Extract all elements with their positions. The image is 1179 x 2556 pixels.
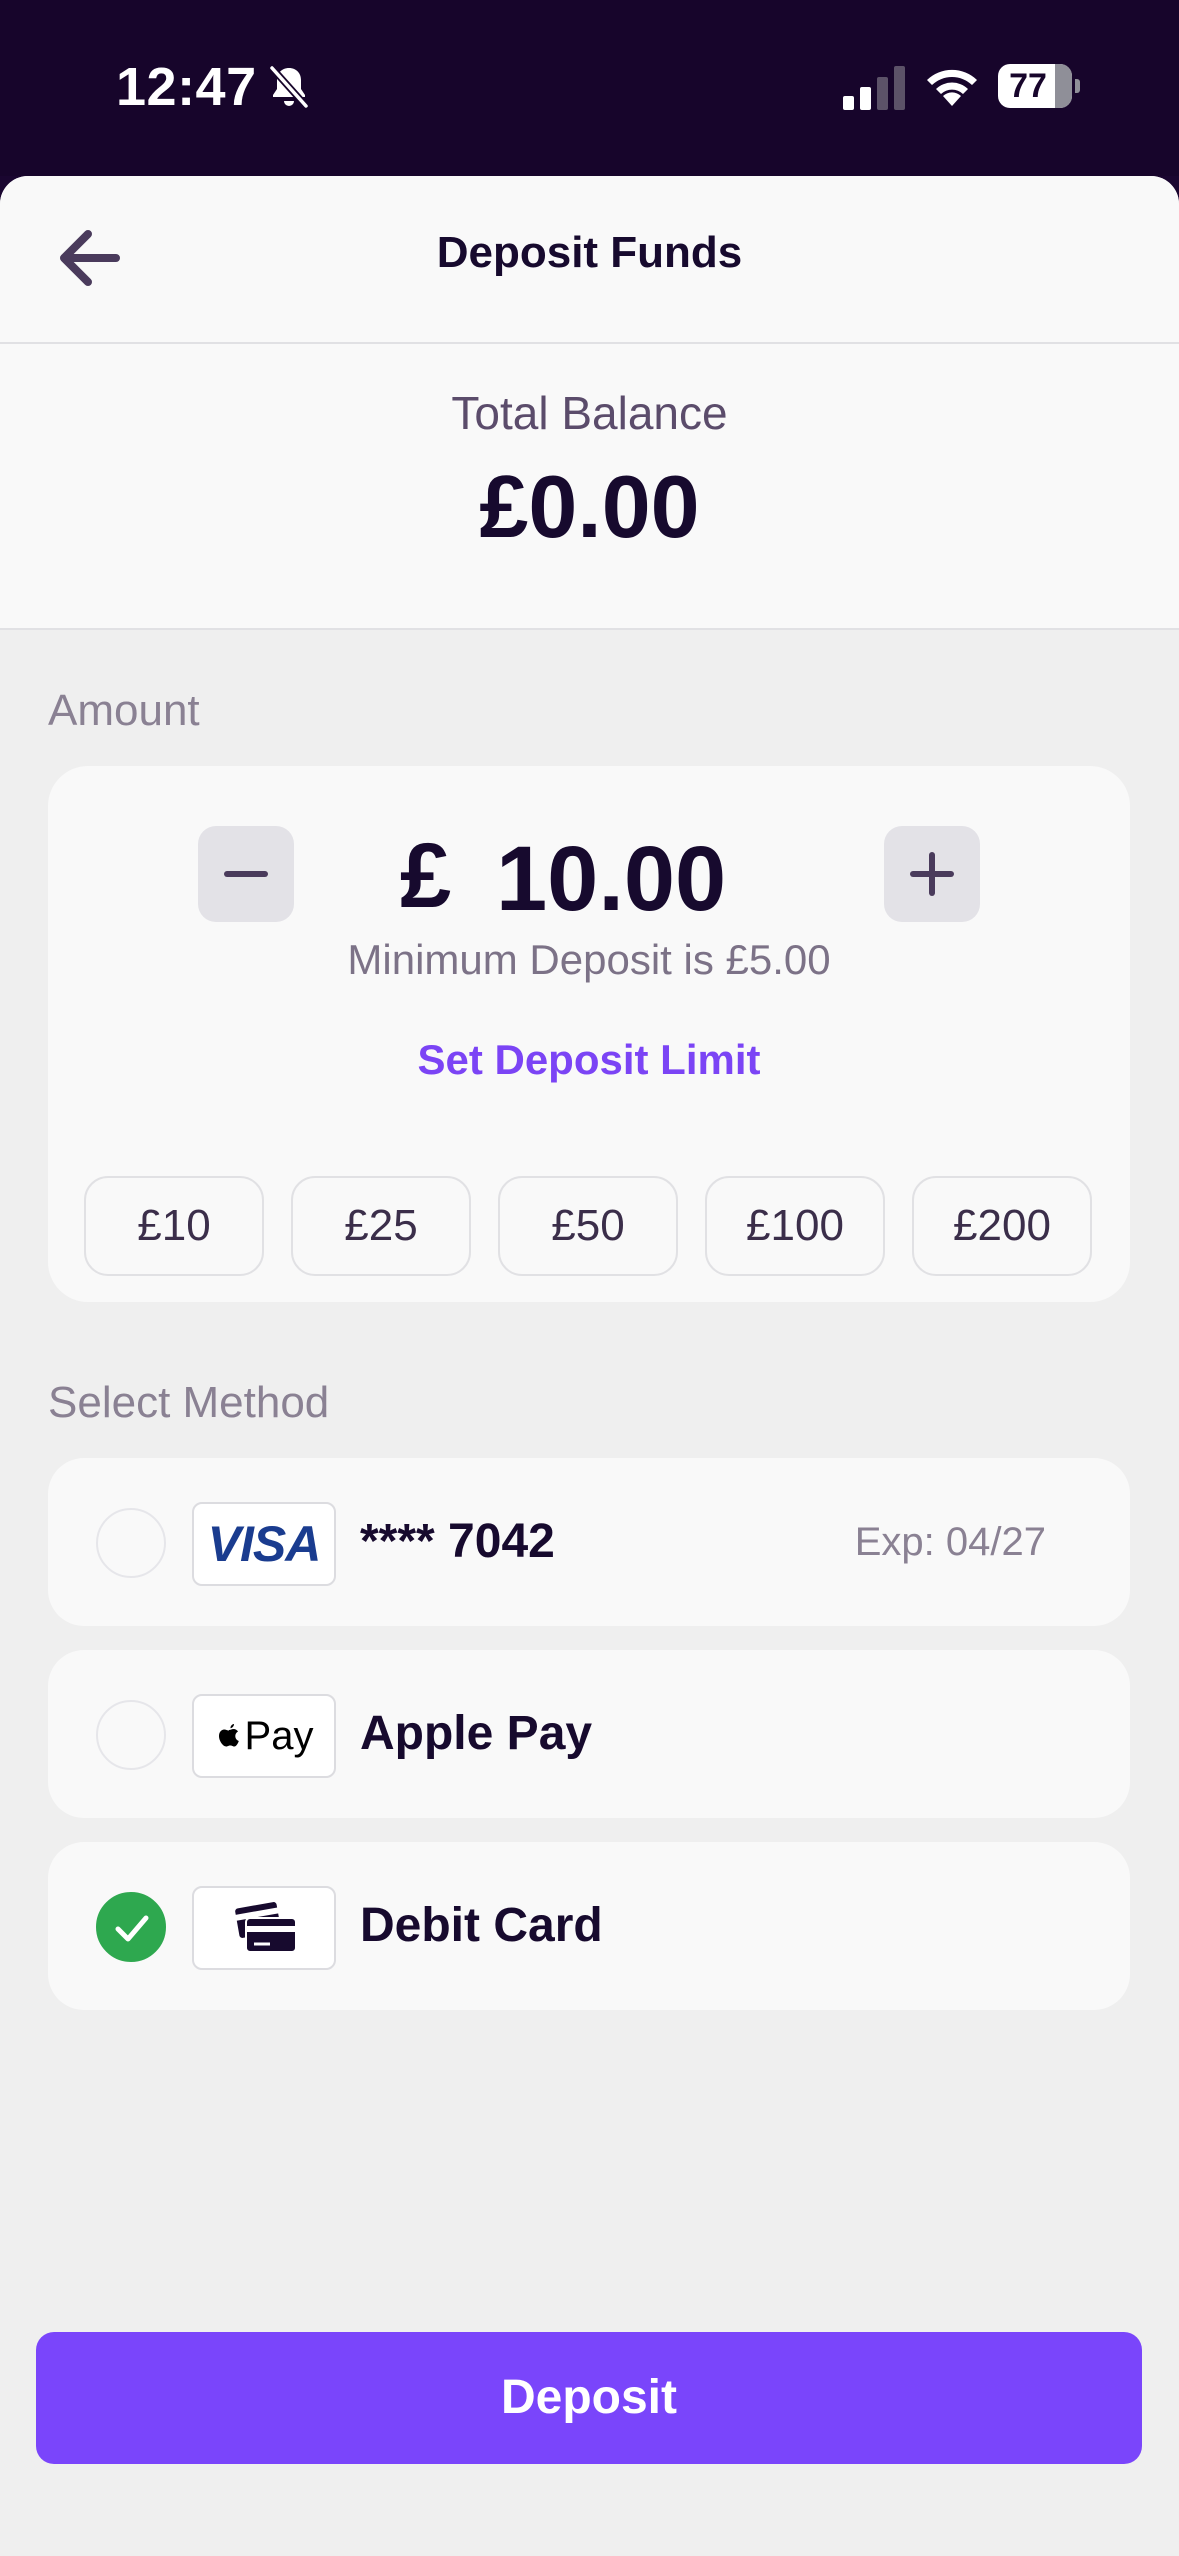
amount-card: £ Minimum Deposit is £5.00 Set Deposit L… xyxy=(48,766,1130,1302)
apple-pay-logo-text: Pay xyxy=(244,1714,314,1758)
balance-value: £0.00 xyxy=(479,457,700,556)
apple-pay-logo: Pay xyxy=(192,1694,336,1778)
method-name: Debit Card xyxy=(360,1899,603,1952)
card-icon xyxy=(233,1900,297,1953)
checkmark-icon xyxy=(115,1915,149,1942)
header: Deposit Funds xyxy=(0,176,1179,344)
preset-amount-button[interactable]: £25 xyxy=(291,1176,471,1276)
battery-level: 77 xyxy=(1009,67,1047,105)
select-method-label: Select Method xyxy=(48,1378,330,1427)
deposit-button[interactable]: Deposit xyxy=(36,2332,1142,2464)
battery-icon: 77 xyxy=(998,64,1080,108)
method-name: Apple Pay xyxy=(360,1707,593,1760)
method-radio-selected[interactable] xyxy=(96,1892,166,1962)
method-radio[interactable] xyxy=(96,1508,166,1578)
payment-method-debit-card[interactable]: Debit Card xyxy=(48,1842,1130,2010)
payment-method-apple-pay[interactable]: Pay Apple Pay xyxy=(48,1650,1130,1818)
preset-amount-button[interactable]: £50 xyxy=(498,1176,678,1276)
cellular-signal-icon xyxy=(843,66,905,110)
status-bar: 12:47 77 xyxy=(0,0,1179,176)
preset-amount-button[interactable]: £100 xyxy=(705,1176,885,1276)
amount-section-label: Amount xyxy=(48,686,200,735)
page-title: Deposit Funds xyxy=(436,228,743,277)
method-name: **** 7042 xyxy=(360,1515,555,1568)
set-deposit-limit-link[interactable]: Set Deposit Limit xyxy=(48,1036,1130,1084)
plus-icon xyxy=(910,852,954,896)
deposit-sheet: Deposit Funds Total Balance £0.00 Amount… xyxy=(0,176,1179,2556)
preset-amount-button[interactable]: £10 xyxy=(84,1176,264,1276)
debit-card-logo xyxy=(192,1886,336,1970)
decrement-button[interactable] xyxy=(198,826,294,922)
balance-label: Total Balance xyxy=(451,387,728,439)
increment-button[interactable] xyxy=(884,826,980,922)
amount-input[interactable] xyxy=(496,824,796,934)
preset-amount-button[interactable]: £200 xyxy=(912,1176,1092,1276)
apple-icon xyxy=(218,1724,239,1747)
status-time: 12:47 xyxy=(116,57,257,117)
minimum-deposit-note: Minimum Deposit is £5.00 xyxy=(347,936,831,983)
method-radio[interactable] xyxy=(96,1700,166,1770)
bell-slash-icon xyxy=(269,65,309,109)
wifi-icon xyxy=(927,69,977,106)
minus-icon xyxy=(224,871,268,877)
currency-symbol: £ xyxy=(400,825,452,927)
balance-panel: Total Balance £0.00 xyxy=(0,344,1179,630)
card-expiry: Exp: 04/27 xyxy=(854,1520,1046,1564)
visa-logo: VISA xyxy=(192,1502,336,1586)
payment-method-visa[interactable]: VISA **** 7042 Exp: 04/27 xyxy=(48,1458,1130,1626)
